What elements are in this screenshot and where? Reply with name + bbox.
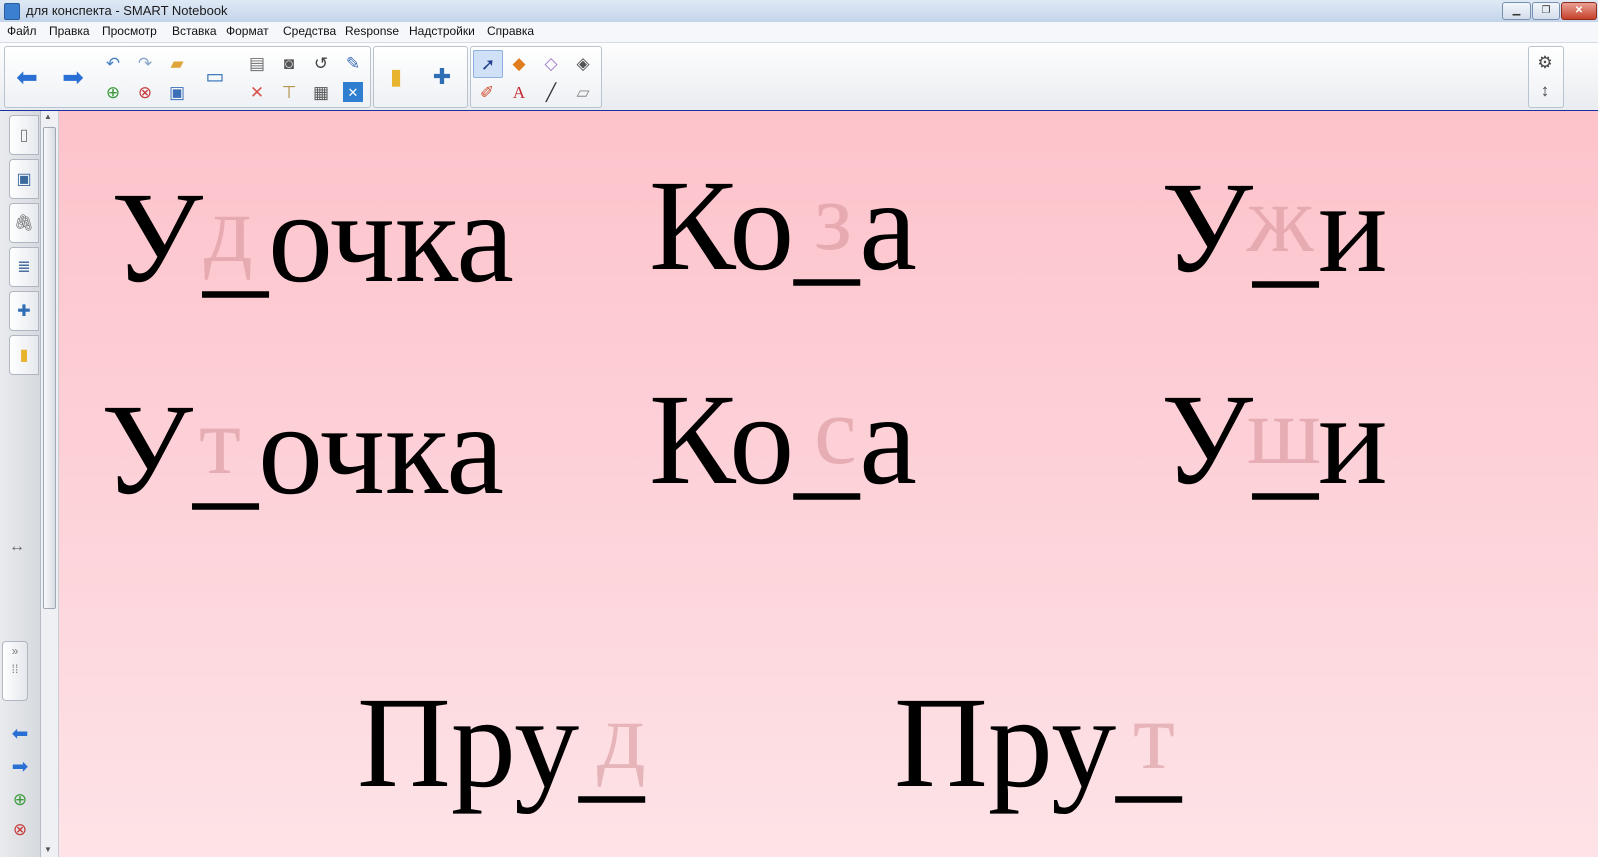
pens-icon[interactable]: ✐ [473,79,501,105]
maximize-button[interactable]: ❐ [1532,2,1560,20]
addon-icon[interactable]: ✚ [428,64,456,90]
vertical-scrollbar[interactable]: ▲ ▼ [41,111,59,857]
magic-eraser-icon[interactable]: ▱ [569,79,597,105]
display-icon[interactable]: ⊤ [275,79,303,105]
rotate-icon[interactable]: ↺ [307,50,335,76]
menu-edit[interactable]: Правка [49,24,90,38]
properties-icon[interactable]: ≣ [9,247,39,287]
toolbar-group-lesson: ▮ ✚ [373,46,468,108]
smart-notebook-icon [4,3,20,20]
scroll-up-arrow-icon[interactable]: ▲ [44,112,52,121]
notebook-page[interactable]: д У_очка з Ко_а ж У_и т У_очка с Ко_а ш … [59,111,1598,857]
word-card[interactable]: У_и [1161,163,1388,293]
delete-icon[interactable]: ✕ [243,79,271,105]
word-card[interactable]: Пру_ [894,678,1181,808]
screen-shade-icon[interactable]: ▭ [201,64,229,90]
minimize-button[interactable]: ▁ [1502,2,1531,20]
close-button[interactable]: ✕ [1561,2,1597,20]
menu-view[interactable]: Просмотр [102,24,157,38]
eraser-icon[interactable]: ◇ [537,50,565,76]
word-card[interactable]: Ко_а [649,375,917,505]
menu-addons[interactable]: Надстройки [409,24,475,38]
text-icon[interactable]: A [505,79,533,105]
side-tabs: ▯ ▣ 🖇 ≣ ✚ ▮ ↔ » ⁞⁞ ⬅ ➡ ⊕ ⊗ [0,111,41,857]
word-card[interactable]: У_и [1161,375,1388,505]
add-page-icon[interactable]: ⊕ [99,79,127,105]
word-card[interactable]: У_очка [111,173,514,303]
open-file-icon[interactable]: ▰ [163,50,191,76]
toolbar-group-main: ⬅ ➡ ↶ ↷ ▰ ⊕ ⊗ ▣ ▭ ▤ ✕ ◙ ⊤ ↺ ▦ ✎ ✕ [4,46,371,108]
settings-gear-icon[interactable]: ⚙ [1531,49,1559,75]
menu-format[interactable]: Формат [226,24,269,38]
move-toolbar-icon[interactable]: ↕ [1531,77,1559,103]
next-page-icon[interactable]: ➡ [6,754,34,780]
add-page-icon[interactable]: ⊕ [6,786,34,812]
table-icon[interactable]: ▦ [307,79,335,105]
menu-bar: Файл Правка Просмотр Вставка Формат Сред… [0,22,1598,43]
lesson-activity-tab-icon[interactable]: ▮ [9,335,39,375]
title-bar: для конспекта - SMART Notebook ▁ ❐ ✕ [0,0,1598,23]
paste-icon[interactable]: ▤ [243,50,271,76]
delete-page-icon[interactable]: ⊗ [131,79,159,105]
prev-page-icon[interactable]: ⬅ [6,721,34,747]
magic-pen-icon[interactable]: ✎ [339,50,367,76]
toolbar: ⬅ ➡ ↶ ↷ ▰ ⊕ ⊗ ▣ ▭ ▤ ✕ ◙ ⊤ ↺ ▦ ✎ ✕ ▮ ✚ ➚ … [0,43,1598,111]
menu-help[interactable]: Справка [487,24,534,38]
undo-icon[interactable]: ↶ [99,50,127,76]
menu-tools[interactable]: Средства [283,24,336,38]
attachments-icon[interactable]: 🖇 [9,203,39,243]
select-pointer-icon[interactable]: ➚ [473,50,503,78]
scrollbar-thumb[interactable] [43,127,56,609]
forward-arrow-icon[interactable]: ➡ [59,64,87,90]
auto-hide-handle[interactable]: » ⁞⁞ [2,641,28,701]
close-x-icon[interactable]: ✕ [343,82,363,102]
word-card[interactable]: У_очка [101,385,504,515]
save-icon[interactable]: ▣ [163,79,191,105]
menu-file[interactable]: Файл [7,24,37,38]
gallery-icon[interactable]: ▣ [9,159,39,199]
shapes-icon[interactable]: ◆ [505,50,533,76]
resize-handle-icon[interactable]: ↔ [9,538,25,556]
page-sorter-icon[interactable]: ▯ [9,115,39,155]
redo-icon[interactable]: ↷ [131,50,159,76]
toolbar-group-tools: ➚ ✐ ◆ A ◇ ╱ ◈ ▱ [470,46,602,108]
addons-icon[interactable]: ✚ [9,291,39,331]
screen-capture-icon[interactable]: ◙ [275,50,303,76]
window-title: для конспекта - SMART Notebook [26,3,228,18]
menu-insert[interactable]: Вставка [172,24,217,38]
toolbar-group-settings: ⚙ ↕ [1528,46,1564,108]
word-card[interactable]: Пру_ [357,678,644,808]
fill-icon[interactable]: ◈ [569,50,597,76]
back-arrow-icon[interactable]: ⬅ [13,64,41,90]
menu-response[interactable]: Response [345,24,399,38]
scroll-down-arrow-icon[interactable]: ▼ [44,845,52,854]
word-card[interactable]: Ко_а [649,161,917,291]
lesson-activity-icon[interactable]: ▮ [382,64,410,90]
delete-page-icon[interactable]: ⊗ [6,816,34,842]
line-icon[interactable]: ╱ [537,79,565,105]
